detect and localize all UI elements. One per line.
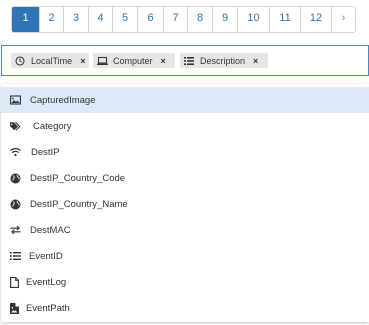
option-label: DestIP: [31, 146, 60, 158]
page-12-button[interactable]: 12: [301, 7, 332, 32]
page-8-button[interactable]: 8: [188, 7, 213, 32]
option-label: EventLog: [26, 276, 67, 288]
remove-chip-button[interactable]: ×: [80, 56, 85, 66]
option-label: Category: [33, 120, 72, 132]
filter-chip-description: Description ×: [180, 53, 268, 68]
remove-chip-button[interactable]: ×: [161, 56, 166, 66]
list-icon: [184, 56, 194, 66]
option-label: EventID: [29, 250, 63, 262]
pagination: 1 2 3 4 5 6 7 8 9 10 11 12 ›: [11, 6, 356, 33]
page-1-button[interactable]: 1: [12, 7, 40, 32]
option-destmac[interactable]: DestMAC: [1, 217, 369, 243]
tags-icon: [10, 121, 21, 132]
clock-icon: [15, 55, 25, 66]
option-label: EventPath: [26, 302, 70, 314]
option-label: DestIP_Country_Name: [30, 198, 128, 210]
list-ol-icon: [10, 251, 21, 262]
option-eventid[interactable]: EventID: [1, 243, 369, 269]
globe-icon: [10, 173, 21, 184]
page-3-button[interactable]: 3: [64, 7, 89, 32]
option-eventlog[interactable]: EventLog: [1, 269, 369, 295]
option-destip-country-code[interactable]: DestIP_Country_Code: [1, 165, 369, 191]
remove-chip-button[interactable]: ×: [253, 56, 258, 66]
page-9-button[interactable]: 9: [213, 7, 238, 32]
page-6-button[interactable]: 6: [138, 7, 164, 32]
next-page-button[interactable]: ›: [332, 7, 355, 32]
column-options-dropdown: CapturedImage Category DestIP DestIP_Cou…: [1, 84, 369, 322]
filter-chip-label: LocalTime: [31, 55, 73, 66]
option-eventpath[interactable]: EventPath: [1, 295, 369, 321]
file-image-icon: [9, 302, 20, 314]
exchange-icon: [10, 225, 21, 236]
filter-chip-localtime: LocalTime ×: [11, 53, 89, 68]
page-10-button[interactable]: 10: [238, 7, 270, 32]
globe-icon: [10, 199, 21, 210]
option-destip-country-name[interactable]: DestIP_Country_Name: [1, 191, 369, 217]
filter-chip-label: Description: [200, 55, 246, 66]
file-icon: [9, 276, 20, 288]
page-2-button[interactable]: 2: [40, 7, 64, 32]
page-11-button[interactable]: 11: [270, 7, 301, 32]
option-label: CapturedImage: [30, 94, 96, 106]
filter-chip-label: Computer: [113, 55, 153, 66]
page-5-button[interactable]: 5: [113, 7, 138, 32]
filter-chip-computer: Computer ×: [93, 53, 175, 68]
wifi-icon: [10, 147, 21, 158]
option-destip[interactable]: DestIP: [1, 139, 369, 165]
option-category[interactable]: Category: [1, 113, 369, 139]
image-icon: [10, 95, 21, 106]
page-7-button[interactable]: 7: [164, 7, 188, 32]
option-label: DestIP_Country_Code: [30, 172, 126, 184]
column-filter-input[interactable]: LocalTime × Computer × Description ×: [1, 45, 369, 76]
laptop-icon: [97, 56, 108, 66]
page-4-button[interactable]: 4: [89, 7, 113, 32]
option-capturedimage[interactable]: CapturedImage: [1, 87, 369, 113]
option-label: DestMAC: [30, 224, 71, 236]
